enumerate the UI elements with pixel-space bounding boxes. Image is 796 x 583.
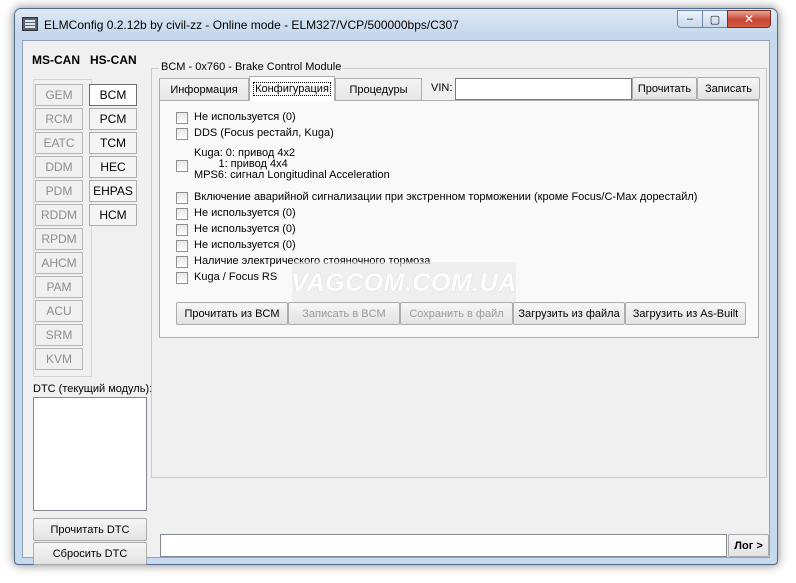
option-checkbox[interactable] xyxy=(176,128,188,140)
option-row: DDS (Focus рестайл, Kuga) xyxy=(176,127,334,140)
option-row: Kuga: 0: привод 4x2 1: привод 4x4 MPS6: … xyxy=(176,148,390,181)
module-title: BCM - 0x760 - Brake Control Module xyxy=(159,61,344,73)
option-row: Включение аварийной сигнализации при экс… xyxy=(176,191,697,204)
option-label-multiline: Kuga: 0: привод 4x2 1: привод 4x4 MPS6: … xyxy=(194,148,390,181)
ms-module-rddm[interactable]: RDDM xyxy=(35,204,83,226)
option-row: Не используется (0) xyxy=(176,111,296,124)
ms-module-acu[interactable]: ACU xyxy=(35,300,83,322)
hs-module-pcm[interactable]: PCM xyxy=(89,108,137,130)
load-from-file-button[interactable]: Загрузить из файла xyxy=(513,302,625,325)
app-icon xyxy=(22,17,38,31)
ms-module-ddm[interactable]: DDM xyxy=(35,156,83,178)
option-label-line: MPS6: сигнал Longitudinal Acceleration xyxy=(194,169,390,181)
window-title: ELMConfig 0.2.12b by civil-zz - Online m… xyxy=(44,18,459,32)
option-checkbox[interactable] xyxy=(176,272,188,284)
ms-module-kvm[interactable]: KVM xyxy=(35,348,83,370)
tab-information-label: Информация xyxy=(170,83,238,96)
hs-module-bcm[interactable]: BCM xyxy=(89,84,137,106)
ms-can-header: MS-CAN xyxy=(32,53,80,67)
read-dtc-button[interactable]: Прочитать DTC xyxy=(33,518,147,541)
ms-module-rcm[interactable]: RCM xyxy=(35,108,83,130)
save-to-file-button[interactable]: Сохранить в файл xyxy=(400,302,513,325)
option-checkbox[interactable] xyxy=(176,224,188,236)
option-row: Не используется (0) xyxy=(176,207,296,220)
tab-configuration[interactable]: Конфигурация xyxy=(249,76,335,101)
maximize-button[interactable]: ▢ xyxy=(702,10,728,28)
vin-input[interactable] xyxy=(455,78,632,100)
app-window: ELMConfig 0.2.12b by civil-zz - Online m… xyxy=(14,8,778,565)
configuration-panel: Не используется (0) DDS (Focus рестайл, … xyxy=(159,100,759,338)
minimize-button[interactable]: – xyxy=(677,10,703,28)
option-row: Не используется (0) xyxy=(176,239,296,252)
option-checkbox[interactable] xyxy=(176,112,188,124)
hs-module-hcm[interactable]: HCM xyxy=(89,204,137,226)
ms-module-rpdm[interactable]: RPDM xyxy=(35,228,83,250)
option-row: Kuga / Focus RS xyxy=(176,271,277,284)
caption-buttons: – ▢ ✕ xyxy=(677,10,771,28)
close-button[interactable]: ✕ xyxy=(727,10,771,28)
clear-dtc-button[interactable]: Сбросить DTC xyxy=(33,542,147,565)
vin-label: VIN: xyxy=(431,82,453,94)
ms-module-gem[interactable]: GEM xyxy=(35,84,83,106)
status-input[interactable] xyxy=(160,534,727,557)
option-label: Не используется (0) xyxy=(194,207,296,219)
option-checkbox[interactable] xyxy=(176,240,188,252)
tab-procedures-label: Процедуры xyxy=(349,83,408,96)
ms-module-srm[interactable]: SRM xyxy=(35,324,83,346)
hs-module-ehpas[interactable]: EHPAS xyxy=(89,180,137,202)
ms-module-ahcm[interactable]: AHCM xyxy=(35,252,83,274)
write-to-bcm-button[interactable]: Записать в BCM xyxy=(288,302,400,325)
option-label: DDS (Focus рестайл, Kuga) xyxy=(194,127,334,139)
option-label: Не используется (0) xyxy=(194,111,296,123)
title-bar[interactable]: ELMConfig 0.2.12b by civil-zz - Online m… xyxy=(15,9,777,39)
option-checkbox[interactable] xyxy=(176,160,188,172)
dtc-list[interactable] xyxy=(33,397,147,511)
log-button[interactable]: Лог > xyxy=(728,534,769,557)
hs-can-header: HS-CAN xyxy=(90,53,137,67)
tab-procedures[interactable]: Процедуры xyxy=(335,78,422,100)
ms-module-pdm[interactable]: PDM xyxy=(35,180,83,202)
option-label: Kuga / Focus RS xyxy=(194,271,278,283)
tab-information[interactable]: Информация xyxy=(159,78,249,100)
ms-module-pam[interactable]: PAM xyxy=(35,276,83,298)
client-area: MS-CAN HS-CAN GEM RCM EATC DDM PDM RDDM … xyxy=(22,40,770,565)
hs-module-tcm[interactable]: TCM xyxy=(89,132,137,154)
tab-configuration-label: Конфигурация xyxy=(253,82,331,96)
read-vin-button[interactable]: Прочитать xyxy=(632,77,697,100)
dtc-label: DTC (текущий модуль): xyxy=(33,383,153,395)
read-from-bcm-button[interactable]: Прочитать из BCM xyxy=(176,302,288,325)
option-label: Не используется (0) xyxy=(194,223,296,235)
option-label: Не используется (0) xyxy=(194,239,296,251)
load-from-asbuilt-button[interactable]: Загрузить из As-Built xyxy=(625,302,746,325)
watermark: VAGCOM.COM.UA xyxy=(291,262,516,304)
option-checkbox[interactable] xyxy=(176,256,188,268)
ms-module-eatc[interactable]: EATC xyxy=(35,132,83,154)
option-row: Не используется (0) xyxy=(176,223,296,236)
hs-module-hec[interactable]: HEC xyxy=(89,156,137,178)
option-label: Включение аварийной сигнализации при экс… xyxy=(194,191,698,203)
option-checkbox[interactable] xyxy=(176,192,188,204)
write-vin-button[interactable]: Записать xyxy=(697,77,760,100)
option-checkbox[interactable] xyxy=(176,208,188,220)
